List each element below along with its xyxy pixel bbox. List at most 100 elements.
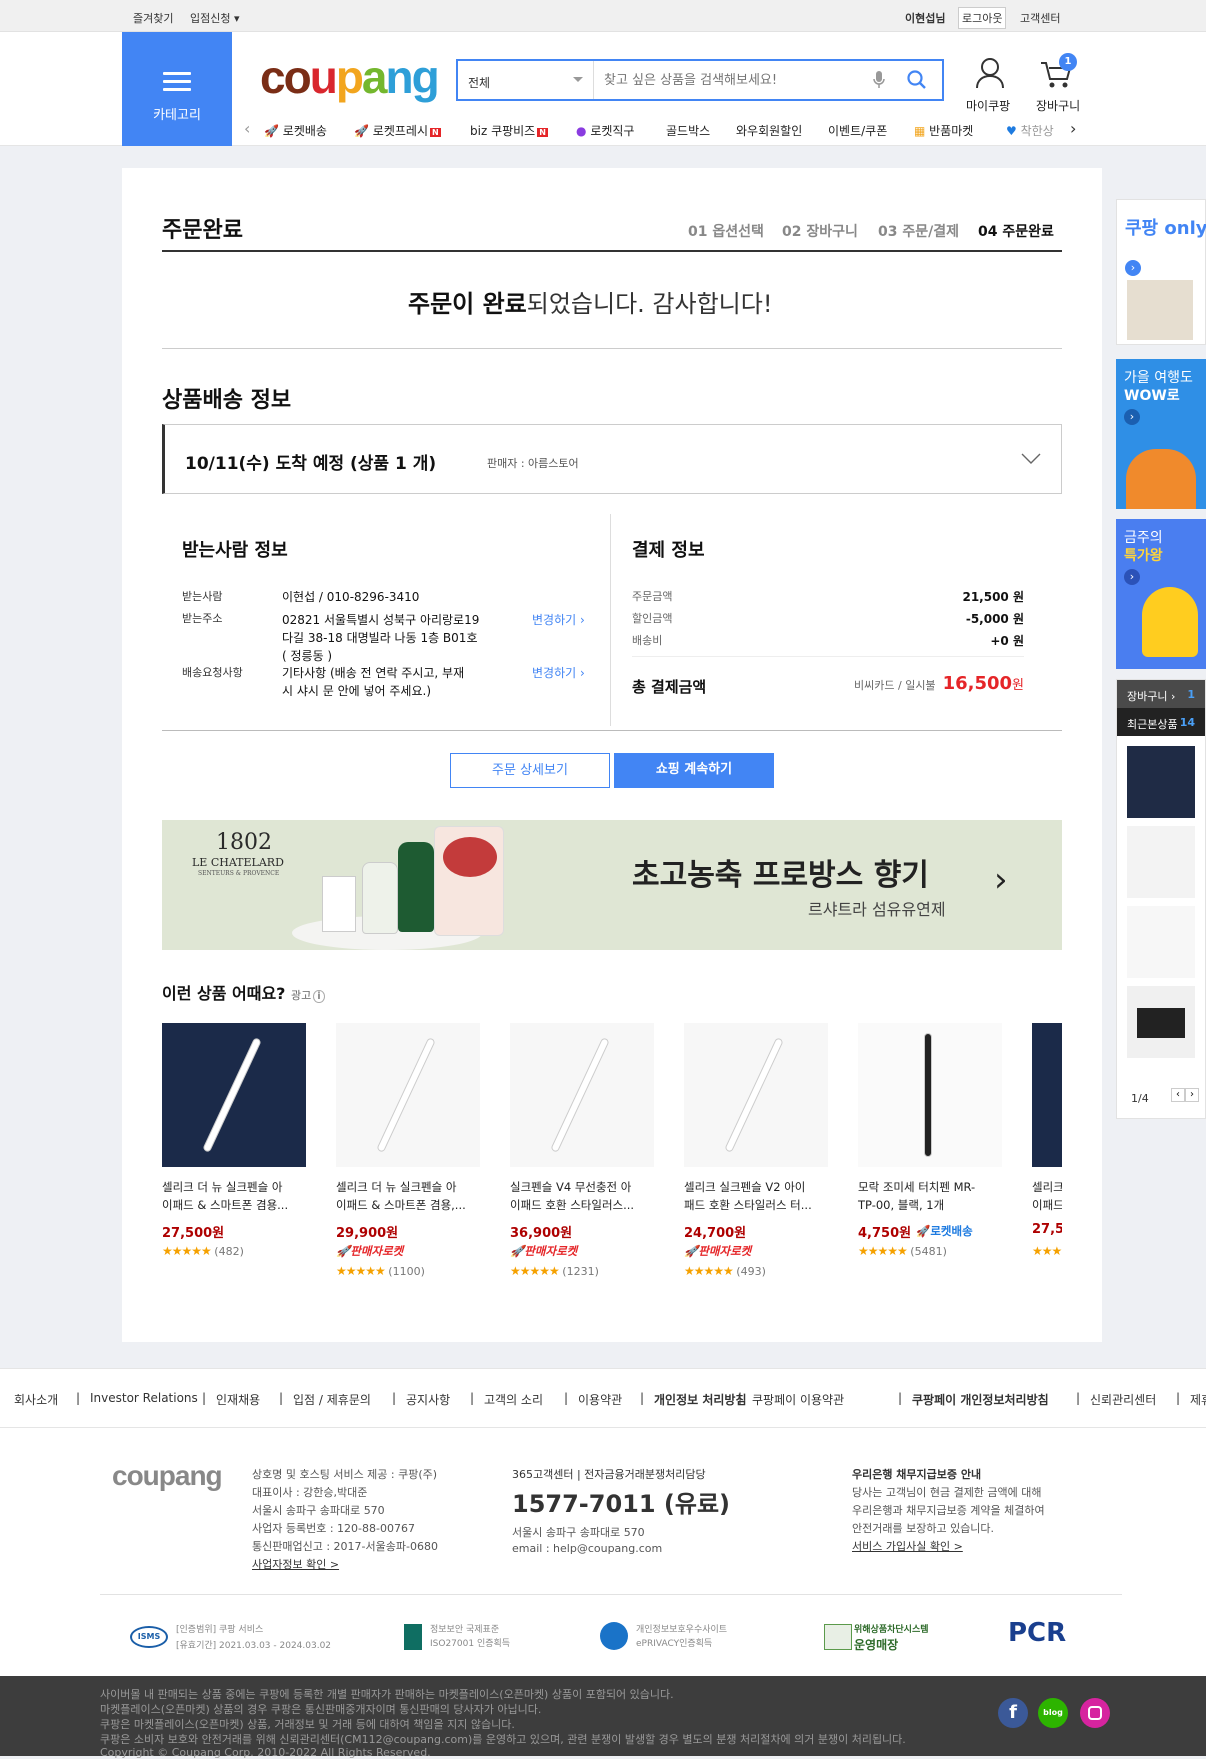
logout-button[interactable]: 로그아웃 [958, 7, 1007, 29]
footer-bank-line3: 안전거래를 보장하고 있습니다. [852, 1522, 995, 1535]
bookmark-link[interactable]: 즐겨찾기 [133, 10, 173, 26]
seller-signup-link[interactable]: 입점신청 ▾ [190, 10, 240, 26]
ad-banner[interactable]: 1802 LE CHATELARD SENTEURS & PROVENCE 초고… [162, 820, 1062, 950]
product-image[interactable] [858, 1023, 1002, 1167]
rail-recent-header[interactable]: 최근본상품 14 [1117, 708, 1205, 736]
footer-link[interactable]: 이용약관 [578, 1391, 622, 1408]
order-detail-button[interactable]: 주문 상세보기 [450, 753, 610, 788]
recent-item[interactable] [1127, 906, 1195, 978]
rail-cart[interactable]: 장바구니 › 1 [1117, 680, 1205, 708]
person-icon[interactable] [974, 56, 1006, 90]
footer-link[interactable]: 공지사항 [406, 1391, 450, 1408]
nav-biz[interactable]: biz 쿠팡비즈 N [470, 122, 548, 139]
product-rating: ★★★★★ (482) [162, 1244, 244, 1258]
review-count: (493) [736, 1265, 766, 1278]
divider [100, 1594, 1122, 1595]
footer-biz-info-link[interactable]: 사업자정보 확인 > [252, 1556, 339, 1572]
product-image[interactable] [684, 1023, 828, 1167]
product-rating: ★★★★★ (1100) [336, 1264, 425, 1278]
ad-label: 광고 [291, 989, 312, 1002]
chevron-down-icon [573, 77, 583, 82]
footer-link[interactable]: 회사소개 [14, 1391, 58, 1408]
recent-item[interactable] [1127, 826, 1195, 898]
nav-label: biz 쿠팡비즈 [470, 124, 536, 138]
rail-travel-ad[interactable]: 가을 여행도 WOW로 › [1116, 359, 1206, 509]
coupang-logo[interactable]: coupang [260, 52, 440, 102]
footer-link[interactable]: 고객의 소리 [484, 1391, 543, 1408]
footer-link[interactable]: 신뢰관리센터 [1090, 1391, 1156, 1408]
footer-link[interactable]: Investor Relations [90, 1391, 198, 1405]
product-image[interactable] [1032, 1023, 1062, 1167]
microphone-icon[interactable] [872, 70, 886, 90]
nav-good[interactable]: ♥ 착한상 [1006, 122, 1054, 139]
footer-link-separator: | [392, 1391, 397, 1405]
nav-rocket-fresh[interactable]: 🚀 로켓프레시 N [354, 122, 441, 139]
footer-link[interactable]: 쿠팡페이 개인정보처리방침 [912, 1391, 1049, 1408]
recent-item[interactable] [1127, 986, 1195, 1058]
chevron-down-icon[interactable] [1021, 453, 1041, 465]
footer-link[interactable]: 제휴 [1190, 1391, 1206, 1408]
customer-center-link[interactable]: 고객센터 [1020, 10, 1060, 26]
footer-link[interactable]: 쿠팡페이 이용약관 [752, 1391, 844, 1408]
cert-iso-title: 정보보안 국제표준 [430, 1625, 500, 1635]
product-image[interactable] [336, 1023, 480, 1167]
blog-icon[interactable]: blog [1038, 1698, 1068, 1728]
mycoupang-link[interactable]: 마이쿠팡 [966, 97, 1010, 114]
continue-shopping-button[interactable]: 쇼핑 계속하기 [614, 753, 774, 788]
won-unit: 원 [1012, 678, 1024, 693]
footer: coupang 상호명 및 호스팅 서비스 제공 : 쿠팡(주) 대표이사 : … [0, 1428, 1206, 1676]
change-address-link[interactable]: 변경하기 › [532, 611, 585, 628]
change-request-link[interactable]: 변경하기 › [532, 664, 585, 681]
nav-return-market[interactable]: ▦ 반품마켓 [914, 122, 973, 139]
product-card[interactable]: 모락 조미세 터치펜 MR- TP-00, 블랙, 1개 4,750원 🚀로켓배송 ★★… [858, 1023, 1002, 1283]
search-input[interactable] [604, 73, 864, 88]
nav-event[interactable]: 이벤트/쿠폰 [828, 122, 887, 139]
nav-wow[interactable]: 와우회원할인 [736, 122, 802, 139]
product-rating: ★★★★★ (1231) [510, 1264, 599, 1278]
category-menu-button[interactable]: 카테고리 [122, 32, 232, 146]
chevron-left-icon[interactable]: ‹ [1171, 1088, 1185, 1102]
search-icon[interactable] [906, 69, 928, 91]
divider [162, 348, 1062, 349]
arrival-date: 10/11(수) 도착 예정 (상품 1 개) [185, 454, 437, 474]
product-card[interactable]: 실크펜슬 V4 무선충전 아 이패드 호환 스타일러스... 36,900원 🚀판매자… [510, 1023, 654, 1283]
receiver-name-label: 받는사람 [182, 590, 223, 603]
rail-coupang-only[interactable]: 쿠팡 only › [1116, 199, 1206, 345]
cart-link[interactable]: 장바구니 [1036, 97, 1080, 114]
product-card[interactable]: 셀리크이패드 27,5 ★★★★★ [1032, 1023, 1062, 1283]
footer-bank-link[interactable]: 서비스 가입사실 확인 > [852, 1538, 963, 1554]
total-amount: 16,500 [942, 673, 1013, 694]
search-category-select[interactable]: 전체 [458, 61, 594, 99]
product-name-line2: 패드 호환 스타일러스 터... [684, 1198, 812, 1212]
footer-link-separator: | [1176, 1391, 1181, 1405]
footer-link[interactable]: 입점 / 제휴문의 [293, 1391, 371, 1408]
product-name-line1: 모락 조미세 터치펜 MR- [858, 1180, 976, 1194]
product-card[interactable]: 셀리크 실크펜슬 V2 아이 패드 호환 스타일러스 터... 24,700원 🚀판매… [684, 1023, 828, 1283]
instagram-icon[interactable] [1080, 1698, 1110, 1728]
banner-flower [443, 837, 497, 877]
footer-bank-line1: 당사는 고객님이 현금 결제한 금액에 대해 [852, 1486, 1042, 1499]
chevron-right-icon: › [1124, 569, 1140, 585]
chevron-right-icon[interactable]: › [994, 860, 1008, 900]
chevron-right-icon[interactable]: › [1185, 1088, 1199, 1102]
review-count: (482) [214, 1245, 244, 1258]
product-card[interactable]: 셀리크 더 뉴 실크펜슬 아 이패드 & 스마트폰 겸용... 27,500원 ★★★… [162, 1023, 306, 1283]
footer-link[interactable]: 인재채용 [216, 1391, 260, 1408]
facebook-icon[interactable]: f [998, 1698, 1028, 1728]
nav-goldbox[interactable]: 골드박스 [666, 122, 710, 139]
footer-link[interactable]: 개인정보 처리방침 [654, 1391, 747, 1408]
nav-rocket[interactable]: 🚀 로켓배송 [264, 122, 327, 139]
recent-item[interactable] [1127, 746, 1195, 818]
rail-weekly-deal[interactable]: 금주의 특가왕 › [1116, 519, 1206, 669]
product-image[interactable] [162, 1023, 306, 1167]
footer-biz-no: 사업자 등록번호 : 120-88-00767 [252, 1522, 415, 1535]
shipping-summary[interactable]: 10/11(수) 도착 예정 (상품 1 개) 판매자 : 아름스토어 [162, 424, 1062, 494]
info-icon[interactable]: i [313, 990, 325, 1003]
product-card[interactable]: 셀리크 더 뉴 실크펜슬 아 이패드 & 스마트폰 겸용,... 29,900원 🚀판… [336, 1023, 480, 1283]
product-name-line1: 셀리크 더 뉴 실크펜슬 아 [162, 1180, 283, 1194]
chevron-right-icon[interactable]: › [1070, 119, 1076, 138]
product-name-line1: 실크펜슬 V4 무선충전 아 [510, 1180, 632, 1194]
nav-global[interactable]: ● 로켓직구 [576, 122, 634, 139]
product-image[interactable] [510, 1023, 654, 1167]
chevron-left-icon[interactable]: ‹ [244, 119, 250, 138]
